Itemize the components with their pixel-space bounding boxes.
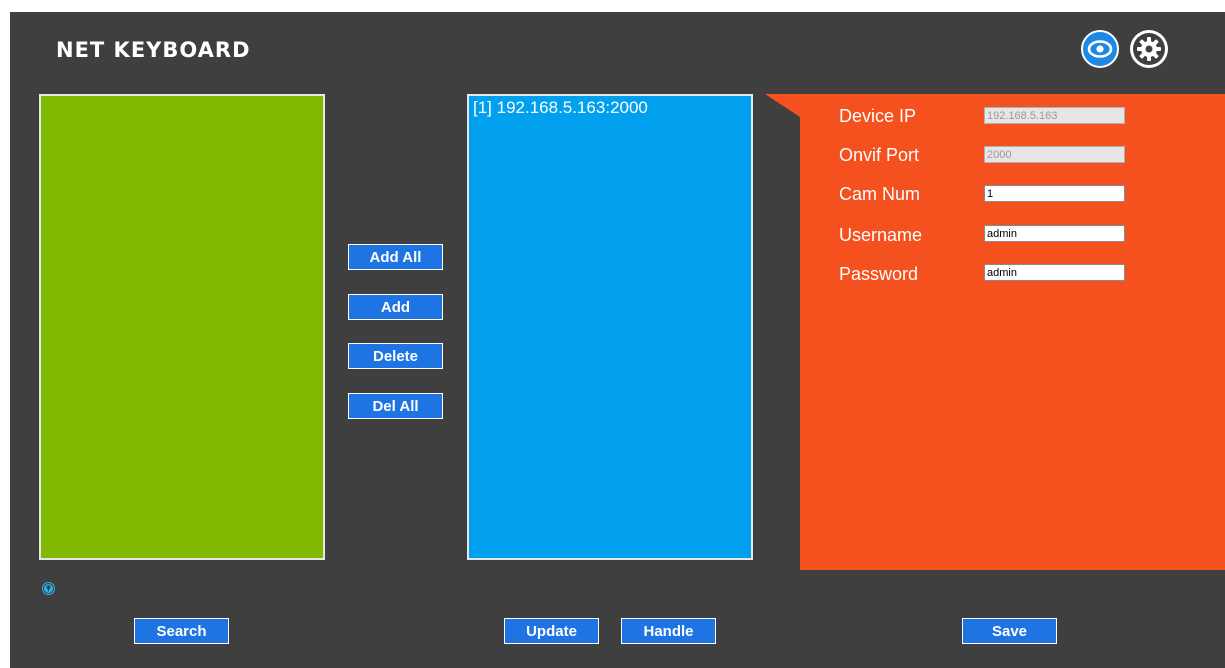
device-ip-field[interactable] — [984, 107, 1125, 124]
app-window: NET KEYBOARD Add All Add Delete Del All … — [10, 12, 1225, 668]
password-label: Password — [839, 264, 919, 284]
add-button[interactable]: Add — [348, 294, 443, 320]
handle-button[interactable]: Handle — [621, 618, 716, 644]
device-ip-label: Device IP — [839, 106, 917, 126]
onvif-port-field[interactable] — [984, 146, 1125, 163]
del-all-button[interactable]: Del All — [348, 393, 443, 419]
username-field[interactable] — [984, 225, 1125, 242]
camera-list-item[interactable]: [1] 192.168.5.163:2000 — [469, 96, 751, 120]
search-results-list[interactable] — [39, 94, 325, 560]
update-button[interactable]: Update — [504, 618, 599, 644]
delete-button[interactable]: Delete — [348, 343, 443, 369]
username-label: Username — [839, 225, 923, 245]
eye-icon[interactable] — [1081, 30, 1119, 68]
gear-icon[interactable] — [1130, 30, 1168, 68]
password-field[interactable] — [984, 264, 1125, 281]
device-settings-panel: Device IP Onvif Port Cam Num Username Pa… — [765, 94, 1225, 570]
save-button[interactable]: Save — [962, 618, 1057, 644]
add-all-button[interactable]: Add All — [348, 244, 443, 270]
info-icon[interactable] — [42, 582, 55, 595]
onvif-port-label: Onvif Port — [839, 145, 920, 165]
cam-num-field[interactable] — [984, 185, 1125, 202]
cam-num-label: Cam Num — [839, 184, 921, 204]
search-button[interactable]: Search — [134, 618, 229, 644]
camera-list[interactable]: [1] 192.168.5.163:2000 — [467, 94, 753, 560]
app-title: NET KEYBOARD — [56, 38, 251, 62]
